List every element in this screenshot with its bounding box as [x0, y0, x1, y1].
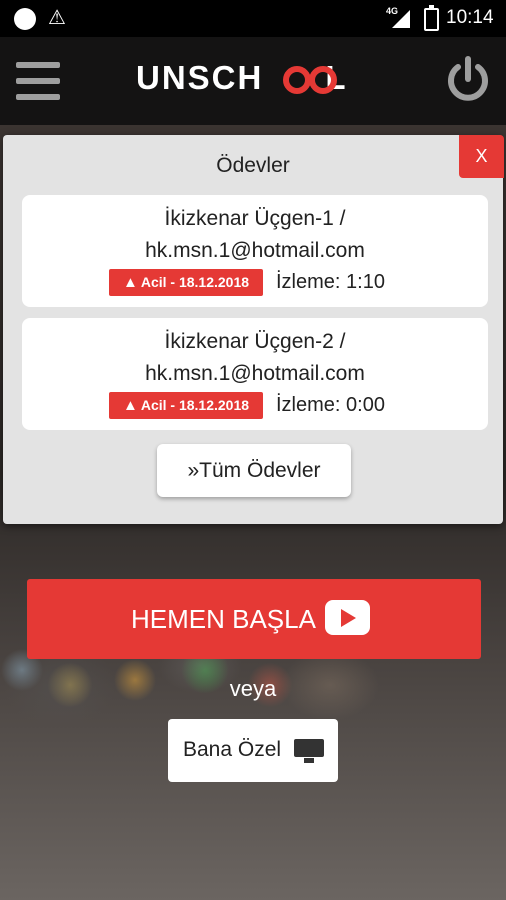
- all-assignments-button[interactable]: »Tüm Ödevler: [157, 444, 351, 497]
- power-icon[interactable]: [444, 53, 492, 105]
- assignment-email: hk.msn.1@hotmail.com: [145, 362, 365, 385]
- start-now-button[interactable]: HEMEN BAŞLA: [27, 579, 481, 659]
- view-time: İzleme: 1:10: [276, 271, 385, 293]
- assignment-card[interactable]: İkizkenar Üçgen-1 / hk.msn.1@hotmail.com…: [22, 195, 488, 307]
- play-icon: [325, 600, 370, 635]
- warning-icon: ▲: [122, 397, 138, 414]
- urgent-badge: ▲ Acil - 18.12.2018: [109, 269, 263, 296]
- assignment-email: hk.msn.1@hotmail.com: [145, 239, 365, 262]
- or-text: veya: [229, 676, 277, 701]
- infinity-logo-icon: [283, 66, 337, 94]
- dialog-title: Ödevler: [216, 154, 290, 177]
- assignment-title: İkizkenar Üçgen-1 /: [164, 207, 346, 230]
- monitor-icon: [294, 739, 324, 763]
- battery-icon: [424, 5, 439, 31]
- status-bar: ⚠ 4G 10:14: [0, 0, 506, 37]
- view-time: İzleme: 0:00: [276, 394, 385, 416]
- app-bar: UNSCH L: [0, 37, 506, 125]
- assignment-title: İkizkenar Üçgen-2 /: [164, 330, 346, 353]
- menu-icon[interactable]: [16, 62, 60, 100]
- signal-icon: [392, 10, 410, 28]
- urgent-badge: ▲ Acil - 18.12.2018: [109, 392, 263, 419]
- warning-icon: ▲: [122, 274, 138, 291]
- start-now-label: HEMEN BAŞLA: [131, 604, 316, 634]
- personal-label: Bana Özel: [183, 738, 282, 761]
- personal-button[interactable]: Bana Özel: [168, 719, 338, 782]
- notification-icon: [14, 8, 36, 30]
- assignment-card[interactable]: İkizkenar Üçgen-2 / hk.msn.1@hotmail.com…: [22, 318, 488, 430]
- warning-icon: ⚠: [48, 7, 66, 29]
- assignments-dialog: X Ödevler İkizkenar Üçgen-1 / hk.msn.1@h…: [3, 135, 504, 524]
- clock: 10:14: [446, 7, 494, 28]
